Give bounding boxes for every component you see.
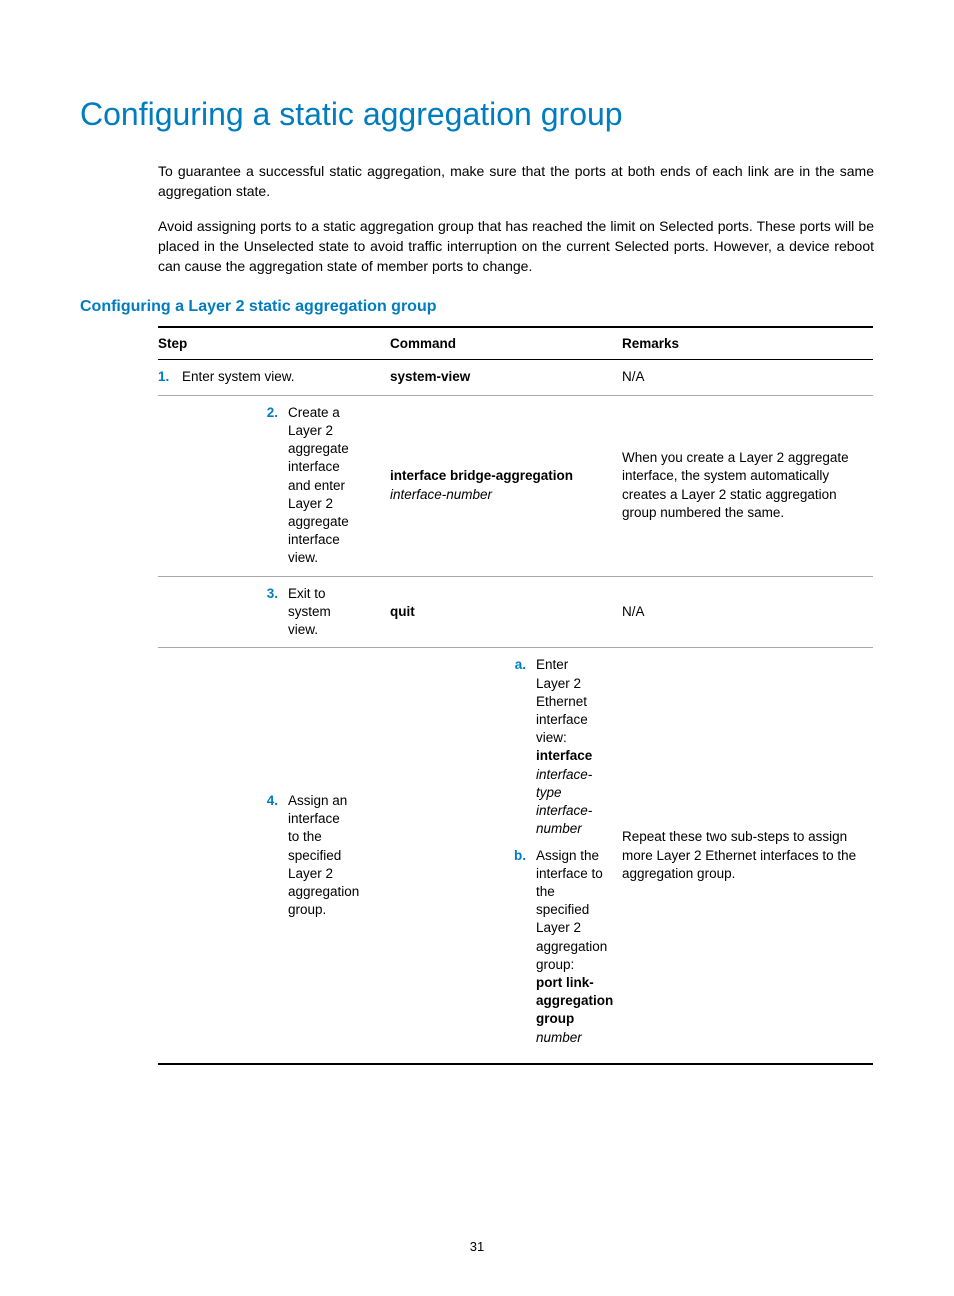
step-cell: 3. Exit to system view. xyxy=(158,576,390,648)
page-title-heading: Configuring a static aggregation group xyxy=(80,96,874,133)
step-description: Create a Layer 2 aggregate interface and… xyxy=(288,404,350,568)
substep-letter: a. xyxy=(500,656,536,674)
table-row: 2. Create a Layer 2 aggregate interface … xyxy=(158,395,873,576)
table-row: 3. Exit to system view. quit N/A xyxy=(158,576,873,648)
step-number: 3. xyxy=(158,585,288,603)
substep-b: b. Assign the interface to the specified… xyxy=(500,847,616,1047)
step-description: Assign an interface to the specified Lay… xyxy=(288,792,350,920)
document-page: Configuring a static aggregation group T… xyxy=(0,0,954,1296)
command-italic: interface-number xyxy=(390,487,492,502)
command-bold: port link-aggregation group xyxy=(536,975,613,1026)
step-number: 4. xyxy=(158,792,288,810)
substep-a: a. Enter Layer 2 Ethernet interface view… xyxy=(500,656,616,838)
page-number: 31 xyxy=(0,1239,954,1254)
intro-paragraph-1: To guarantee a successful static aggrega… xyxy=(158,161,874,202)
command-cell: quit xyxy=(390,576,622,648)
step-cell: 4. Assign an interface to the specified … xyxy=(158,648,390,1064)
table-row: 1. Enter system view. system-view N/A xyxy=(158,360,873,395)
command-cell: interface bridge-aggregation interface-n… xyxy=(390,395,622,576)
section-subtitle: Configuring a Layer 2 static aggregation… xyxy=(80,298,874,316)
remarks-cell: Repeat these two sub-steps to assign mor… xyxy=(622,648,873,1064)
substep-text: Assign the interface to the specified La… xyxy=(536,848,607,972)
remarks-cell: When you create a Layer 2 aggregate inte… xyxy=(622,395,873,576)
step-cell: 2. Create a Layer 2 aggregate interface … xyxy=(158,395,390,576)
remarks-cell: N/A xyxy=(622,576,873,648)
table-row: 4. Assign an interface to the specified … xyxy=(158,648,873,1064)
step-number: 1. xyxy=(158,368,182,386)
substep-content: Assign the interface to the specified La… xyxy=(536,847,604,1047)
step-cell: 1. Enter system view. xyxy=(158,360,390,395)
command-cell: system-view xyxy=(390,360,622,395)
intro-paragraph-2: Avoid assigning ports to a static aggreg… xyxy=(158,216,874,277)
command-bold: system-view xyxy=(390,369,470,384)
substep-text: Enter Layer 2 Ethernet interface view: xyxy=(536,657,588,745)
remarks-cell: N/A xyxy=(622,360,873,395)
header-command: Command xyxy=(390,327,622,360)
command-bold: interface xyxy=(536,748,592,763)
command-italic: interface-type interface-number xyxy=(536,767,592,837)
steps-table: Step Command Remarks 1. Enter system vie… xyxy=(158,326,873,1064)
step-number: 2. xyxy=(158,404,288,422)
step-description: Enter system view. xyxy=(182,368,384,386)
command-cell: a. Enter Layer 2 Ethernet interface view… xyxy=(390,648,622,1064)
command-italic: number xyxy=(536,1030,582,1045)
step-description: Exit to system view. xyxy=(288,585,350,640)
header-step: Step xyxy=(158,327,390,360)
table-header-row: Step Command Remarks xyxy=(158,327,873,360)
command-bold: interface bridge-aggregation xyxy=(390,468,573,483)
substep-content: Enter Layer 2 Ethernet interface view: i… xyxy=(536,656,604,838)
substep-letter: b. xyxy=(500,847,536,865)
command-bold: quit xyxy=(390,604,415,619)
header-remarks: Remarks xyxy=(622,327,873,360)
